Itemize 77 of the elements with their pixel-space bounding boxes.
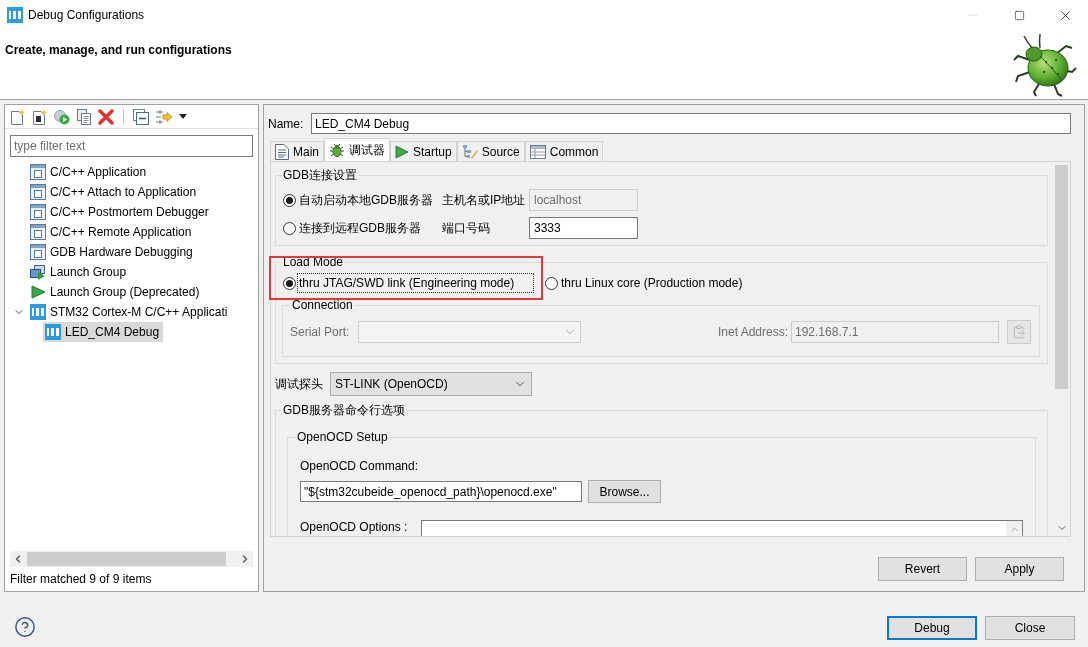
stacked-windows-icon <box>30 264 46 280</box>
scrollbar-thumb[interactable] <box>1055 165 1068 389</box>
radio-button[interactable] <box>283 193 296 207</box>
window-title: Debug Configurations <box>28 7 145 24</box>
browse-button[interactable]: Browse... <box>588 480 661 503</box>
command-label: OpenOCD Command: <box>300 459 419 473</box>
serial-port-label: Serial Port: <box>290 324 351 341</box>
radio-label: thru Linux core (Production mode) <box>560 275 744 292</box>
filter-status-text: Filter matched 9 of 9 items <box>10 571 152 588</box>
app-logo-icon <box>7 7 23 23</box>
dialog-button[interactable]: Debug <box>887 616 977 640</box>
radio-label: 自动启动本地GDB服务器 <box>299 192 433 209</box>
probe-select[interactable]: ST-LINK (OpenOCD) <box>330 372 532 396</box>
command-field[interactable]: "${stm32cubeide_openocd_path}\openocd.exe" <box>300 481 582 502</box>
port-label: 端口号码 <box>442 220 491 237</box>
radio-button[interactable] <box>283 221 296 235</box>
application-window-icon <box>30 224 46 240</box>
clipboard-icon <box>1012 325 1026 339</box>
options-label: OpenOCD Options : <box>300 520 409 534</box>
host-label: 主机名或IP地址 <box>442 192 527 209</box>
probe-label: 调试探头 <box>275 376 324 393</box>
collapse-all-icon[interactable] <box>133 108 149 125</box>
radio-button[interactable] <box>283 276 296 290</box>
document-star-icon[interactable] <box>32 108 48 125</box>
tree-item[interactable]: C/C++ Postmortem Debugger <box>28 202 213 222</box>
sliders-arrow-icon[interactable] <box>155 108 173 125</box>
port-field[interactable]: 3333 <box>529 217 638 239</box>
help-button[interactable] <box>13 615 37 639</box>
tab[interactable]: Startup <box>390 141 457 161</box>
dialog-button[interactable]: Apply <box>975 557 1064 581</box>
group-title: OpenOCD Setup <box>296 430 389 444</box>
copy-icon[interactable] <box>76 108 92 125</box>
table-icon <box>529 144 546 159</box>
inet-address-label: Inet Address: <box>717 324 788 341</box>
tree-item[interactable]: Launch Group (Deprecated) <box>28 282 204 302</box>
app-logo-icon <box>45 324 61 340</box>
tree-item[interactable]: C/C++ Remote Application <box>28 222 196 242</box>
tree-item[interactable]: Launch Group <box>28 262 131 282</box>
radio-button[interactable] <box>545 276 558 290</box>
new-file-icon[interactable] <box>10 108 26 125</box>
tree-item[interactable]: LED_CM4 Debug <box>43 322 164 342</box>
group-title: Connection <box>291 298 354 312</box>
tree-item[interactable]: STM32 Cortex-M C/C++ Applicati <box>28 302 232 322</box>
tab[interactable]: Common <box>524 141 604 161</box>
tree-pencil-icon <box>461 143 478 160</box>
application-window-icon <box>30 164 46 180</box>
application-window-icon <box>30 184 46 200</box>
application-window-icon <box>30 244 46 260</box>
maximize-icon <box>1013 9 1025 21</box>
delete-icon[interactable] <box>98 108 114 125</box>
radio-label: thru JTAG/SWD link (Engineering mode) <box>297 273 534 293</box>
name-field[interactable]: LED_CM4 Debug <box>311 113 1071 134</box>
play-icon <box>30 284 46 300</box>
header-title: Create, manage, and run configurations <box>5 42 232 59</box>
group-title: GDB连接设置 <box>282 168 358 182</box>
application-window-icon <box>30 204 46 220</box>
tab[interactable]: Source <box>456 141 525 161</box>
radio-label: 连接到远程GDB服务器 <box>299 220 421 237</box>
app-logo-icon <box>30 304 46 320</box>
horizontal-scrollbar[interactable] <box>10 551 253 567</box>
play-icon <box>395 144 409 159</box>
help-icon <box>14 616 36 638</box>
dialog-button[interactable]: Close <box>985 616 1075 640</box>
filter-field[interactable]: type filter text <box>10 135 253 157</box>
tree-item[interactable]: C/C++ Application <box>28 162 151 182</box>
scrollbar-thumb[interactable] <box>27 552 226 566</box>
dialog-button[interactable]: Revert <box>878 557 967 581</box>
group-title: GDB服务器命令行选项 <box>282 403 406 417</box>
document-icon <box>275 143 289 160</box>
tree-item[interactable]: C/C++ Attach to Application <box>28 182 201 202</box>
bug-icon <box>329 142 345 158</box>
tree-item[interactable]: GDB Hardware Debugging <box>28 242 197 262</box>
dropdown-caret-icon[interactable] <box>179 114 187 119</box>
disc-play-icon[interactable] <box>54 108 70 125</box>
name-label: Name: <box>268 115 305 133</box>
tab[interactable]: 调试器 <box>324 138 390 161</box>
tab[interactable]: Main <box>270 141 324 161</box>
